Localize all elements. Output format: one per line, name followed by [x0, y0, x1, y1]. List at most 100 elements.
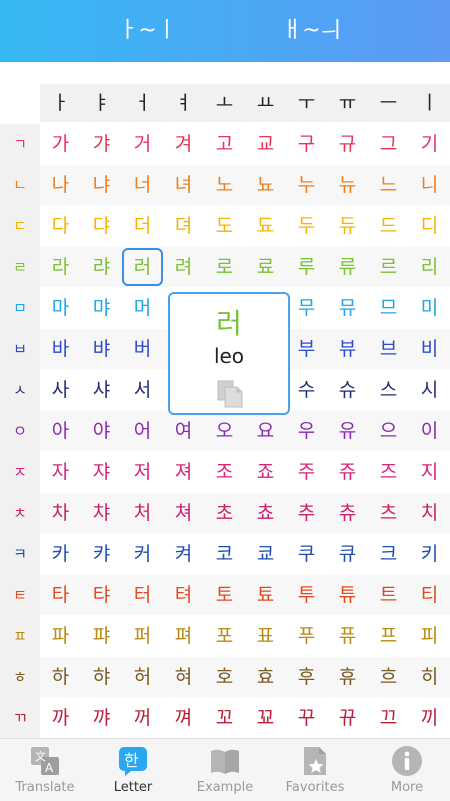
syllable-cell[interactable]: 펴: [163, 616, 204, 656]
syllable-cell[interactable]: 저: [122, 452, 163, 492]
syllable-cell[interactable]: 슈: [327, 370, 368, 410]
consonant-label[interactable]: ㅋ: [0, 534, 40, 575]
syllable-cell[interactable]: 뀨: [327, 698, 368, 738]
syllable-cell[interactable]: 녀: [163, 165, 204, 205]
syllable-cell[interactable]: 바: [40, 329, 81, 369]
syllable-cell[interactable]: 스: [368, 370, 409, 410]
consonant-label[interactable]: ㄱ: [0, 124, 40, 165]
syllable-cell[interactable]: 꺄: [81, 698, 122, 738]
syllable-cell[interactable]: 쿠: [286, 534, 327, 574]
syllable-cell[interactable]: 이: [409, 411, 450, 451]
syllable-cell[interactable]: 효: [245, 657, 286, 697]
syllable-cell[interactable]: 어: [122, 411, 163, 451]
syllable-cell[interactable]: 타: [40, 575, 81, 615]
consonant-label[interactable]: ㄲ: [0, 698, 40, 739]
syllable-cell[interactable]: 구: [286, 124, 327, 164]
syllable-cell[interactable]: 우: [286, 411, 327, 451]
syllable-cell[interactable]: 규: [327, 124, 368, 164]
syllable-cell[interactable]: 으: [368, 411, 409, 451]
syllable-cell[interactable]: 꺼: [122, 698, 163, 738]
syllable-cell[interactable]: 비: [409, 329, 450, 369]
syllable-cell[interactable]: 부: [286, 329, 327, 369]
syllable-cell[interactable]: 너: [122, 165, 163, 205]
syllable-cell[interactable]: 뉴: [327, 165, 368, 205]
syllable-cell[interactable]: 피: [409, 616, 450, 656]
syllable-cell[interactable]: 냐: [81, 165, 122, 205]
syllable-cell[interactable]: 두: [286, 206, 327, 246]
syllable-cell[interactable]: 주: [286, 452, 327, 492]
syllable-cell[interactable]: 퍄: [81, 616, 122, 656]
syllable-cell[interactable]: 치: [409, 493, 450, 533]
syllable-cell[interactable]: 유: [327, 411, 368, 451]
syllable-cell[interactable]: 더: [122, 206, 163, 246]
syllable-cell[interactable]: 갸: [81, 124, 122, 164]
syllable-cell[interactable]: 거: [122, 124, 163, 164]
syllable-cell[interactable]: 큐: [327, 534, 368, 574]
syllable-cell[interactable]: 로: [204, 247, 245, 287]
syllable-cell[interactable]: 파: [40, 616, 81, 656]
syllable-cell[interactable]: 뮤: [327, 288, 368, 328]
consonant-label[interactable]: ㅁ: [0, 288, 40, 329]
syllable-cell[interactable]: 요: [245, 411, 286, 451]
syllable-cell[interactable]: 끼: [409, 698, 450, 738]
syllable-cell[interactable]: 텨: [163, 575, 204, 615]
syllable-cell[interactable]: 까: [40, 698, 81, 738]
syllable-cell[interactable]: 노: [204, 165, 245, 205]
consonant-label[interactable]: ㄷ: [0, 206, 40, 247]
syllable-cell[interactable]: 츄: [327, 493, 368, 533]
nav-more[interactable]: More: [362, 739, 450, 801]
syllable-cell[interactable]: 쥬: [327, 452, 368, 492]
syllable-cell[interactable]: 져: [163, 452, 204, 492]
syllable-cell[interactable]: 자: [40, 452, 81, 492]
syllable-cell[interactable]: 프: [368, 616, 409, 656]
consonant-label[interactable]: ㄹ: [0, 247, 40, 288]
syllable-cell[interactable]: 하: [40, 657, 81, 697]
syllable-cell[interactable]: 카: [40, 534, 81, 574]
syllable-cell[interactable]: 려: [163, 247, 204, 287]
syllable-cell[interactable]: 쟈: [81, 452, 122, 492]
syllable-cell[interactable]: 흐: [368, 657, 409, 697]
syllable-cell[interactable]: 히: [409, 657, 450, 697]
syllable-cell[interactable]: 토: [204, 575, 245, 615]
syllable-cell[interactable]: 루: [286, 247, 327, 287]
syllable-cell[interactable]: 챠: [81, 493, 122, 533]
syllable-cell[interactable]: 오: [204, 411, 245, 451]
consonant-label[interactable]: ㅇ: [0, 411, 40, 452]
vowel-header[interactable]: ㅠ: [327, 84, 368, 122]
syllable-cell[interactable]: 처: [122, 493, 163, 533]
consonant-label[interactable]: ㄴ: [0, 165, 40, 206]
syllable-cell[interactable]: 커: [122, 534, 163, 574]
syllable-cell[interactable]: 무: [286, 288, 327, 328]
vowel-header[interactable]: ㅡ: [368, 84, 409, 122]
syllable-cell[interactable]: 포: [204, 616, 245, 656]
syllable-cell[interactable]: 러: [122, 248, 163, 286]
syllable-cell[interactable]: 튜: [327, 575, 368, 615]
vowel-header[interactable]: ㅛ: [245, 84, 286, 122]
syllable-cell[interactable]: 뷰: [327, 329, 368, 369]
syllable-cell[interactable]: 기: [409, 124, 450, 164]
syllable-cell[interactable]: 퓨: [327, 616, 368, 656]
popup-letter[interactable]: 러: [170, 302, 288, 342]
syllable-cell[interactable]: 추: [286, 493, 327, 533]
syllable-cell[interactable]: 후: [286, 657, 327, 697]
syllable-cell[interactable]: 아: [40, 411, 81, 451]
syllable-cell[interactable]: 여: [163, 411, 204, 451]
syllable-cell[interactable]: 다: [40, 206, 81, 246]
syllable-cell[interactable]: 고: [204, 124, 245, 164]
vowel-header[interactable]: ㅏ: [40, 84, 81, 122]
tab-compound-vowels[interactable]: ㅐ~ㅢ: [282, 0, 341, 62]
syllable-cell[interactable]: 마: [40, 288, 81, 328]
syllable-cell[interactable]: 수: [286, 370, 327, 410]
syllable-cell[interactable]: 햐: [81, 657, 122, 697]
syllable-cell[interactable]: 니: [409, 165, 450, 205]
syllable-cell[interactable]: 류: [327, 247, 368, 287]
consonant-label[interactable]: ㅈ: [0, 452, 40, 493]
syllable-cell[interactable]: 표: [245, 616, 286, 656]
syllable-cell[interactable]: 나: [40, 165, 81, 205]
syllable-cell[interactable]: 차: [40, 493, 81, 533]
nav-example[interactable]: Example: [180, 739, 270, 801]
syllable-cell[interactable]: 쿄: [245, 534, 286, 574]
vowel-header[interactable]: ㅓ: [122, 84, 163, 122]
syllable-cell[interactable]: 죠: [245, 452, 286, 492]
syllable-cell[interactable]: 휴: [327, 657, 368, 697]
